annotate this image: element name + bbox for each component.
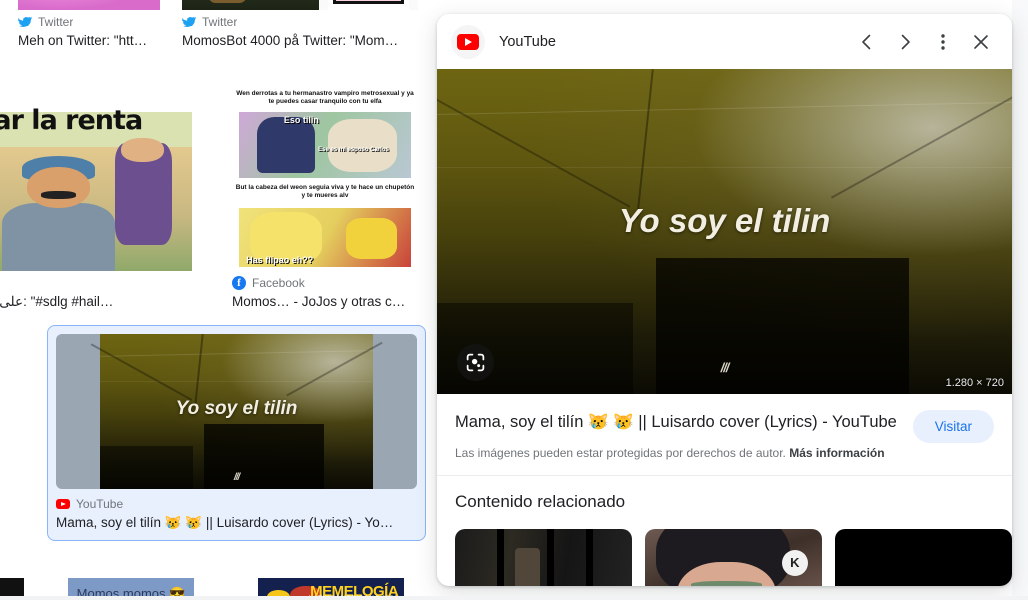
- result-title[interactable]: Mama, soy el tilín 😿 😿 || Luisardo cover…: [56, 514, 417, 532]
- youtube-icon: [451, 24, 485, 59]
- thumbnail-text-1: Eso tilin: [283, 114, 319, 125]
- related-content-section: Contenido relacionado KINEMASTER: [437, 476, 1012, 586]
- result-page-title[interactable]: Mama, soy el tilín 😿 😿 || Luisardo cover…: [455, 410, 899, 434]
- result-tile-facebook-jojos[interactable]: Wen derrotas a tu hermanastro vampiro me…: [232, 86, 418, 311]
- panel-source-title: YouTube: [499, 33, 556, 50]
- panel-header: YouTube: [437, 14, 1012, 69]
- page-background-strip: [1012, 0, 1028, 600]
- thumbnail-caption-top: Wen derrotas a tu hermanastro vampiro me…: [236, 89, 414, 105]
- facebook-icon: [232, 276, 246, 290]
- image-results-grid: Eso tilin Twitter Meh on Twitter: "htt…: [0, 0, 440, 600]
- result-thumbnail[interactable]: MEME Potasio: [182, 0, 418, 10]
- result-source: Twitter: [182, 14, 418, 30]
- result-info-block: Mama, soy el tilín 😿 😿 || Luisardo cover…: [437, 394, 1012, 476]
- result-source-label: Twitter: [38, 15, 74, 29]
- thumbnail-text: agar la renta: [0, 104, 143, 136]
- twitter-icon: [182, 15, 196, 29]
- preview-watermark: ///: [720, 359, 730, 375]
- result-tile-twitter-momosbot[interactable]: MEME Potasio Twitter MomosBot 4000 på Tw…: [182, 0, 418, 50]
- result-thumbnail[interactable]: Yo soy el tilin ///: [56, 334, 417, 489]
- copyright-text: Las imágenes pueden estar protegidas por…: [455, 446, 786, 460]
- result-source: YouTube: [56, 496, 417, 512]
- result-title[interactable]: Meh on Twitter: "htt…: [18, 32, 160, 50]
- result-thumbnail[interactable]: agar la renta: [0, 86, 192, 271]
- related-thumbnail-2[interactable]: KINEMASTER: [645, 529, 822, 586]
- result-source-label: Facebook: [252, 276, 305, 290]
- result-info-text: Mama, soy el tilín 😿 😿 || Luisardo cover…: [455, 410, 899, 461]
- thumbnail-text: Yo soy el tilin: [175, 397, 298, 419]
- close-button[interactable]: [962, 23, 1000, 61]
- google-lens-icon[interactable]: [457, 344, 494, 381]
- related-content-heading: Contenido relacionado: [455, 492, 626, 511]
- result-source-label: Twitter: [202, 15, 238, 29]
- twitter-icon: [18, 15, 32, 29]
- thumbnail-caption-mid: But la cabeza del weon seguia viva y te …: [235, 184, 415, 200]
- image-preview[interactable]: Yo soy el tilin /// 1.280 × 720: [437, 69, 1012, 394]
- result-source: Twitter: [18, 14, 160, 30]
- result-source-label: YouTube: [76, 497, 124, 511]
- thumbnail-text-3: Has flipao eh??: [246, 254, 314, 265]
- related-thumbnail-3[interactable]: [835, 529, 1012, 586]
- result-title[interactable]: El banner على تويتر: "#sdlg #hail…: [0, 293, 192, 311]
- youtube-icon: [56, 497, 70, 511]
- result-source: er: [0, 275, 192, 291]
- result-tile-twitter-meh[interactable]: Eso tilin Twitter Meh on Twitter: "htt…: [18, 0, 160, 50]
- preview-caption-text: Yo soy el tilin: [618, 202, 831, 240]
- kinemaster-logo-icon: [781, 549, 808, 576]
- thumbnail-text-2: Ese es mi esposo Carlos: [318, 146, 389, 153]
- result-title[interactable]: Momos… - JoJos y otras c…: [232, 293, 418, 311]
- result-tile-arabic-banner[interactable]: agar la renta er El banner على تويتر: "#…: [0, 86, 192, 311]
- result-thumbnail[interactable]: Eso tilin: [18, 0, 160, 10]
- related-content-row: KINEMASTER: [455, 529, 1012, 586]
- result-source: Facebook: [232, 275, 418, 291]
- copyright-notice: Las imágenes pueden estar protegidas por…: [455, 445, 899, 461]
- next-button[interactable]: [886, 23, 924, 61]
- result-title[interactable]: MomosBot 4000 på Twitter: "Mom…: [182, 32, 418, 50]
- image-dimensions-label: 1.280 × 720: [945, 377, 1004, 389]
- thumbnail-text: Potasio: [328, 0, 415, 4]
- thumbnail-watermark: ///: [233, 471, 240, 483]
- result-thumbnail[interactable]: Wen derrotas a tu hermanastro vampiro me…: [232, 86, 418, 271]
- more-options-button[interactable]: [924, 23, 962, 61]
- page-bottom-edge: [0, 596, 1028, 600]
- result-tile-youtube-tilin-selected[interactable]: Yo soy el tilin /// YouTube Mama, soy el…: [47, 325, 426, 541]
- related-thumbnail-1[interactable]: [455, 529, 632, 586]
- previous-button[interactable]: [848, 23, 886, 61]
- image-detail-panel: YouTube Yo soy el tilin /// 1.280 × 720 …: [437, 14, 1012, 586]
- visit-button[interactable]: Visitar: [912, 410, 994, 443]
- page-root: Eso tilin Twitter Meh on Twitter: "htt…: [0, 0, 1028, 600]
- copyright-more-info-link[interactable]: Más información: [789, 446, 884, 460]
